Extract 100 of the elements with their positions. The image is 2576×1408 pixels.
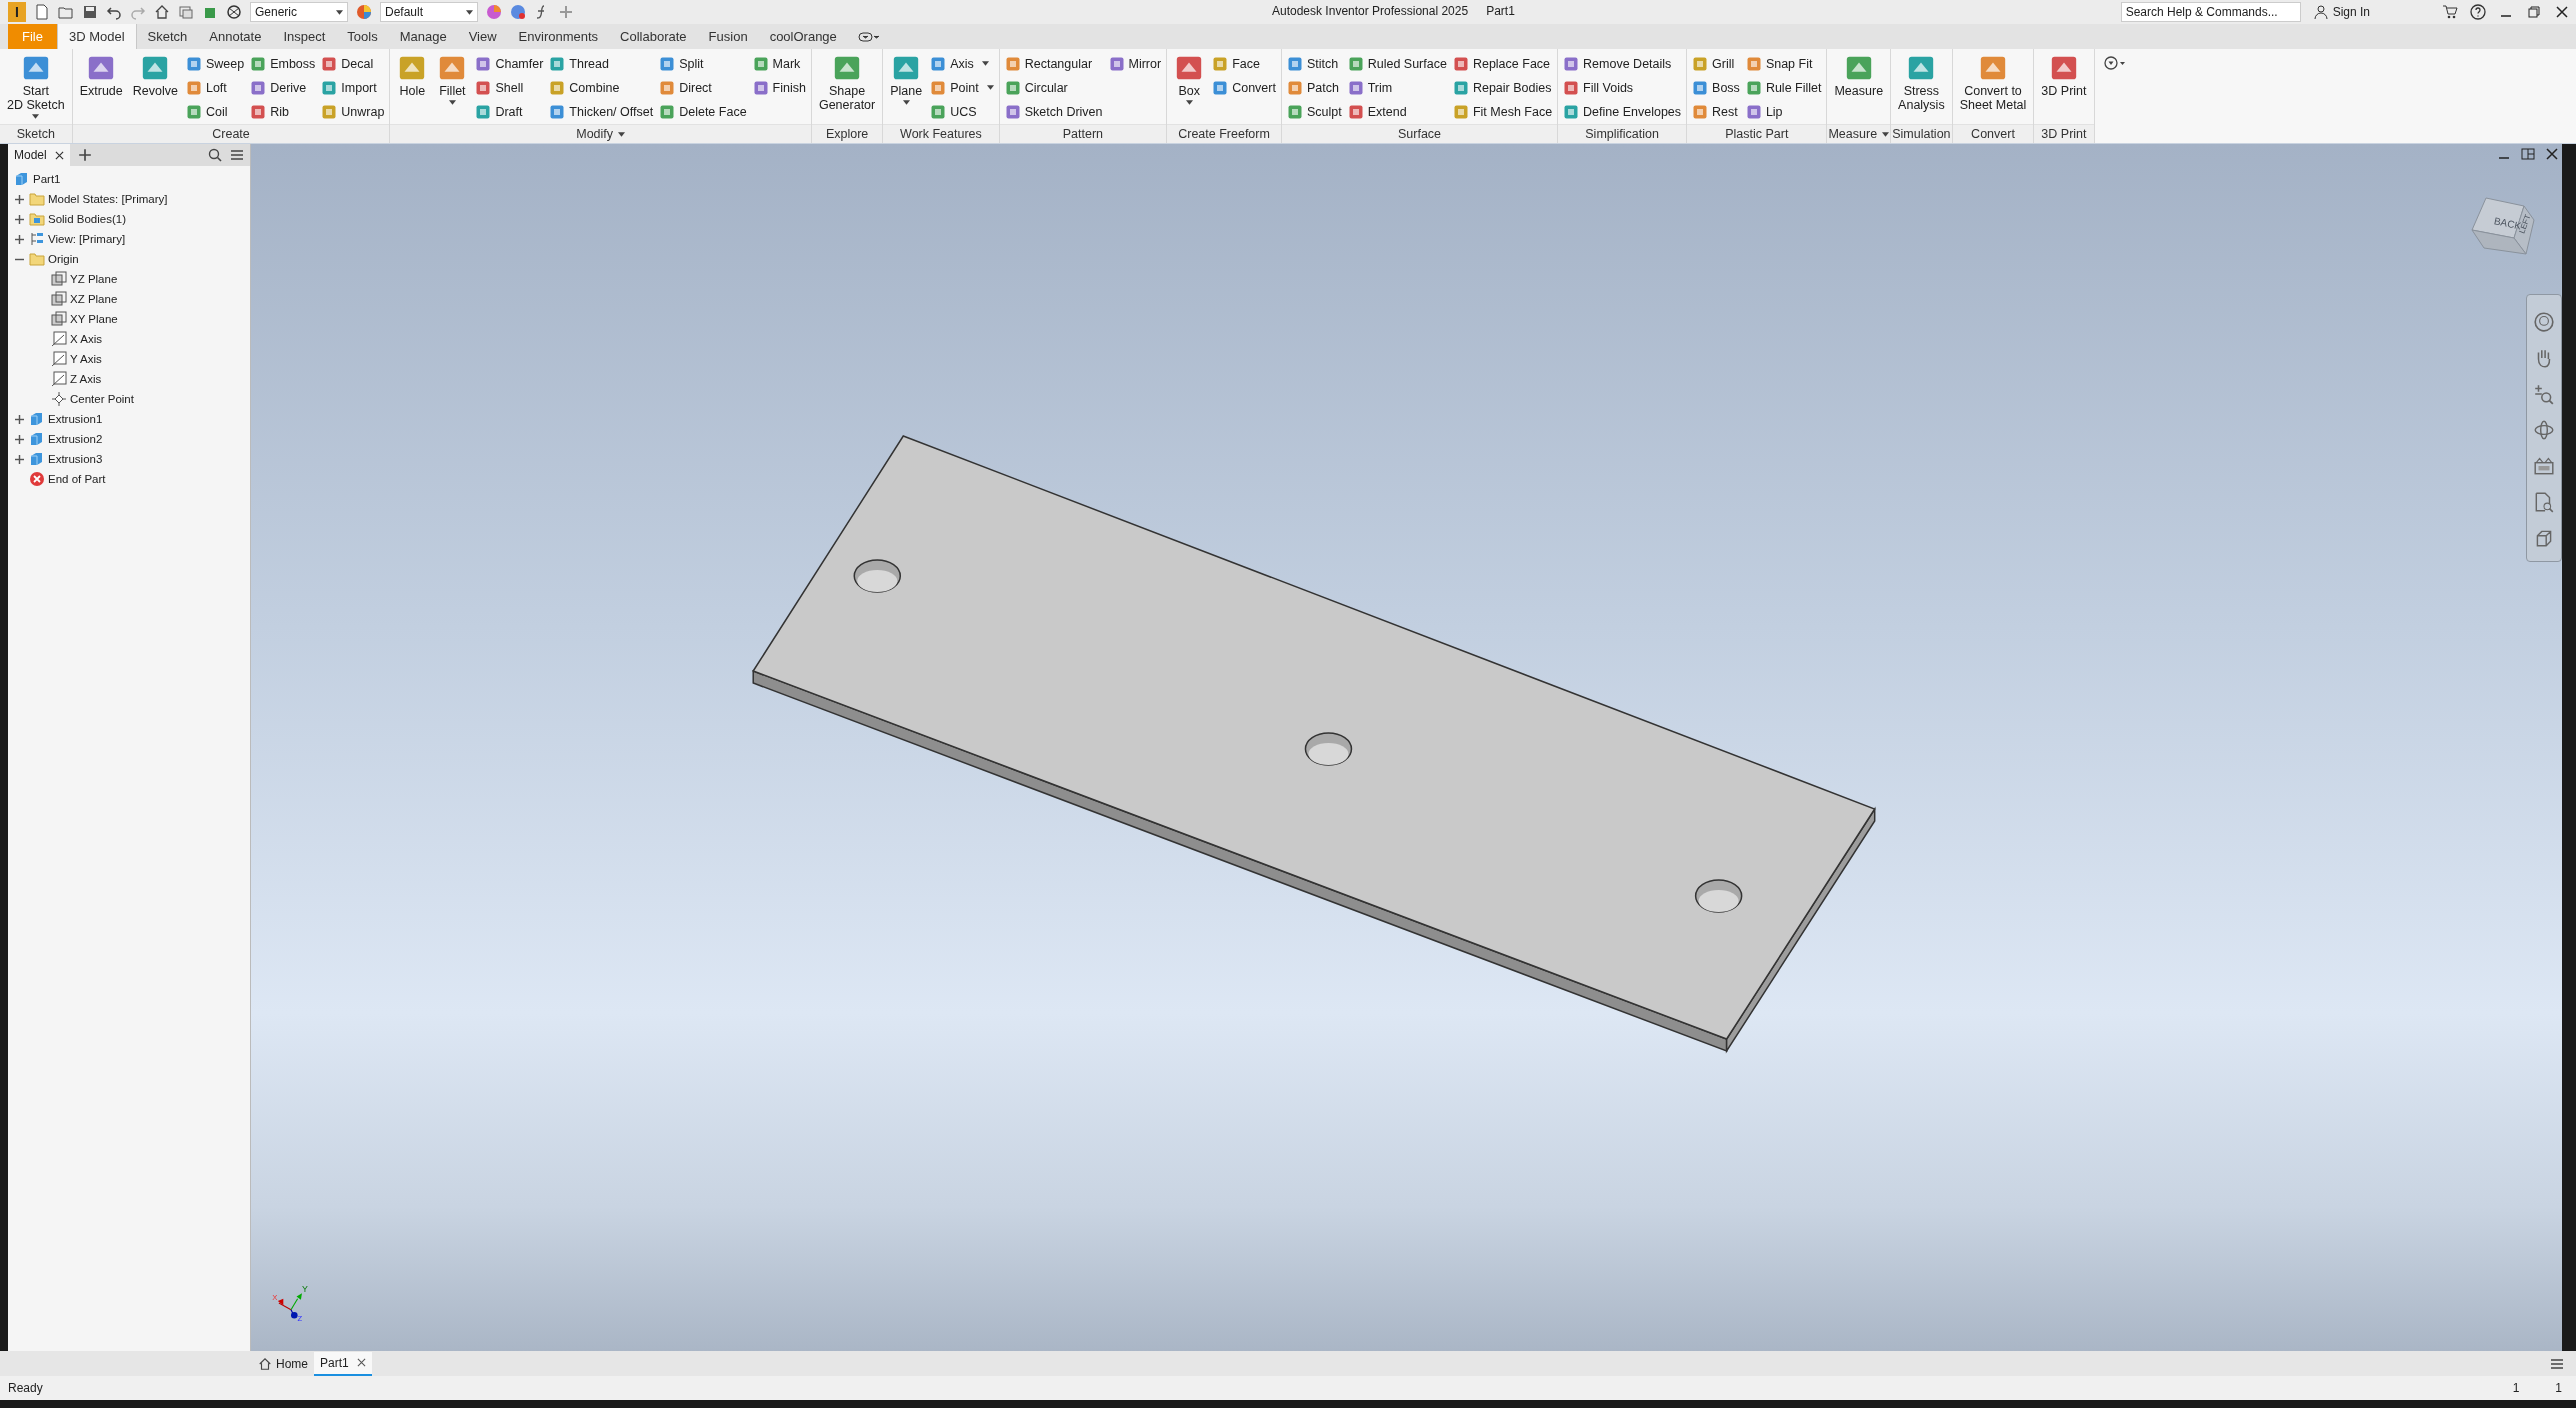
ribbon-large-button[interactable]: Shape Generator <box>816 52 878 124</box>
ribbon-button[interactable]: Combine <box>549 76 654 99</box>
ribbon-button[interactable]: Snap Fit <box>1745 52 1822 75</box>
tree-item[interactable]: Origin <box>48 253 79 265</box>
ribbon-button[interactable]: Rib <box>250 100 316 123</box>
menu-icon[interactable] <box>230 148 244 162</box>
ribbon-button[interactable]: Loft <box>185 76 245 99</box>
tree-item[interactable]: XY Plane <box>70 313 118 325</box>
ribbon-button[interactable]: Split <box>659 52 747 75</box>
restore-icon[interactable] <box>2526 4 2542 20</box>
zoom-page-icon[interactable] <box>2533 491 2555 513</box>
add-icon[interactable] <box>77 148 92 162</box>
home-icon[interactable] <box>154 4 170 20</box>
panel-options-icon[interactable] <box>857 29 880 45</box>
ribbon-tab[interactable]: Sketch <box>136 24 199 49</box>
close-icon[interactable] <box>54 150 64 160</box>
panel-title[interactable]: Modify <box>390 124 811 143</box>
ribbon-button[interactable]: Trim <box>1347 76 1447 99</box>
ribbon-button[interactable]: Unwrap <box>321 100 385 123</box>
close-icon[interactable] <box>2554 4 2570 20</box>
ribbon-button[interactable]: Repair Bodies <box>1452 76 1553 99</box>
ribbon-button[interactable]: Ruled Surface <box>1347 52 1447 75</box>
tree-item[interactable]: X Axis <box>70 333 102 345</box>
ribbon-button[interactable]: Derive <box>250 76 316 99</box>
menu-icon[interactable] <box>2550 1356 2564 1371</box>
panel-title[interactable]: Create <box>72 124 390 143</box>
tree-item[interactable]: YZ Plane <box>70 273 118 285</box>
tree-item[interactable]: Center Point <box>70 393 134 405</box>
window-icon[interactable] <box>178 4 194 20</box>
expand-icon[interactable] <box>14 214 24 224</box>
ribbon-button[interactable]: Coil <box>185 100 245 123</box>
ribbon-button[interactable]: Circular <box>1004 76 1103 99</box>
ribbon-large-button[interactable]: Start 2D Sketch <box>5 52 67 124</box>
material-dropdown[interactable]: Generic <box>250 2 348 22</box>
cart-icon[interactable] <box>2442 4 2458 20</box>
ribbon-button[interactable]: Extend <box>1347 100 1447 123</box>
ribbon-button[interactable]: Emboss <box>250 52 316 75</box>
document-tab[interactable]: Home <box>252 1352 314 1375</box>
panel-title[interactable]: Plastic Part <box>1687 124 1827 143</box>
ribbon-large-button[interactable]: Fillet <box>435 52 470 124</box>
ribbon-button[interactable]: Thread <box>549 52 654 75</box>
model-tab[interactable]: Model <box>8 144 70 166</box>
ribbon-button[interactable]: Sculpt <box>1286 100 1342 123</box>
ribbon-tab[interactable]: Annotate <box>198 24 273 49</box>
ribbon-button[interactable]: Thicken/ Offset <box>549 100 654 123</box>
ribbon-button[interactable]: Import <box>321 76 385 99</box>
panel-title[interactable]: Simulation <box>1891 124 1952 143</box>
ribbon-button[interactable]: Lip <box>1745 100 1822 123</box>
ribbon-tab[interactable]: 3D Model <box>56 23 137 49</box>
close-icon[interactable] <box>356 1358 366 1367</box>
steering-wheel-icon[interactable] <box>2533 311 2555 333</box>
ribbon-large-button[interactable]: Stress Analysis <box>1896 52 1947 124</box>
panel-title[interactable]: Sketch <box>0 124 72 143</box>
ribbon-button[interactable]: Decal <box>321 52 385 75</box>
ribbon-button[interactable]: Sketch Driven <box>1004 100 1103 123</box>
ribbon-button[interactable]: Replace Face <box>1452 52 1553 75</box>
panel-title[interactable]: Create Freeform <box>1167 124 1281 143</box>
ribbon-tab[interactable]: Manage <box>388 24 458 49</box>
ribbon-button[interactable]: Face <box>1212 52 1276 75</box>
panel-title[interactable]: Simplification <box>1558 124 1687 143</box>
ribbon-button[interactable]: Direct <box>659 76 747 99</box>
split-view-icon[interactable] <box>2520 146 2536 162</box>
ribbon-tab[interactable]: Fusion <box>697 24 759 49</box>
tree-item[interactable]: Part1 <box>33 173 61 185</box>
ribbon-button[interactable]: Rectangular <box>1004 52 1103 75</box>
ribbon-button[interactable]: Axis <box>930 52 994 75</box>
expand-icon[interactable] <box>14 194 24 204</box>
view-cube[interactable]: BACK LEFT <box>2464 192 2544 272</box>
expand-icon[interactable] <box>14 434 24 444</box>
view-face-icon[interactable] <box>2533 455 2555 477</box>
help-icon[interactable] <box>2470 4 2486 20</box>
ribbon-button[interactable]: Mirror <box>1108 52 1162 75</box>
ribbon-tab[interactable]: Environments <box>507 24 610 49</box>
tree-item[interactable]: Extrusion3 <box>48 453 103 465</box>
search-icon[interactable] <box>208 148 222 162</box>
expand-icon[interactable] <box>14 414 24 424</box>
ribbon-button[interactable]: Rule Fillet <box>1745 76 1822 99</box>
ribbon-button[interactable]: Define Envelopes <box>1563 100 1682 123</box>
expand-icon[interactable] <box>14 454 24 464</box>
ribbon-button[interactable]: Fill Voids <box>1563 76 1682 99</box>
tree-item[interactable]: Z Axis <box>70 373 102 385</box>
expand-icon[interactable] <box>14 234 24 244</box>
panel-title[interactable]: Surface <box>1281 124 1558 143</box>
ribbon-tab[interactable]: Tools <box>336 24 389 49</box>
search-field[interactable]: Search Help & Commands... <box>2120 2 2301 22</box>
ribbon-button[interactable]: Chamfer <box>475 52 544 75</box>
ribbon-large-button[interactable]: Box <box>1172 52 1207 124</box>
sign-in-link[interactable]: Sign In <box>2312 4 2370 20</box>
ribbon-large-button[interactable]: Measure <box>1832 52 1886 124</box>
zoom-icon[interactable] <box>2533 383 2555 405</box>
ribbon-button[interactable]: Patch <box>1286 76 1342 99</box>
ribbon-tab[interactable]: coolOrange <box>758 24 848 49</box>
ribbon-button[interactable]: Boss <box>1692 76 1740 99</box>
ribbon-button[interactable]: Shell <box>475 76 544 99</box>
ribbon-button[interactable]: Finish <box>752 76 806 99</box>
ribbon-button[interactable]: Fit Mesh Face <box>1452 100 1553 123</box>
panel-title[interactable]: 3D Print <box>2034 124 2094 143</box>
ribbon-button[interactable]: Sweep <box>185 52 245 75</box>
tree-item[interactable]: Y Axis <box>70 353 102 365</box>
panel-title[interactable]: Pattern <box>999 124 1167 143</box>
